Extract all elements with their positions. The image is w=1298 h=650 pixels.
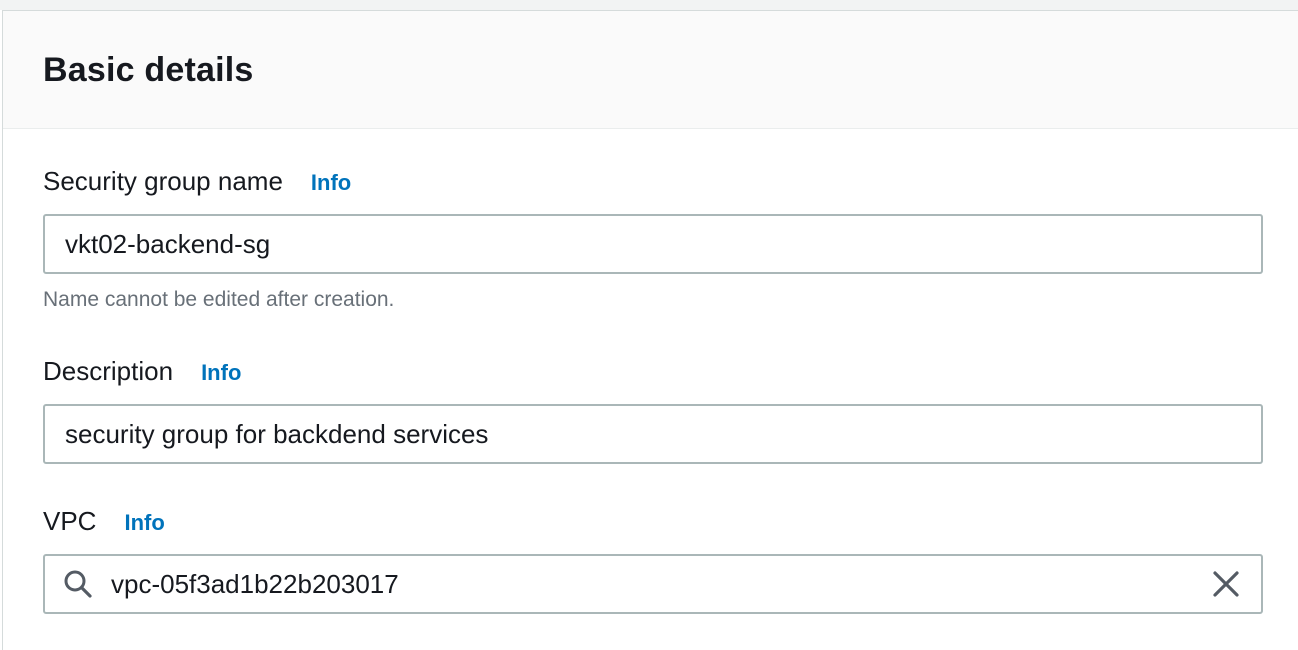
description-value: security group for backdend services — [65, 418, 489, 449]
vpc-info-link[interactable]: Info — [124, 510, 164, 536]
security-group-name-label-row: Security group name Info — [43, 166, 1263, 206]
description-input[interactable]: security group for backdend services — [43, 404, 1263, 464]
vpc-label: VPC — [43, 506, 97, 536]
security-group-name-info-link[interactable]: Info — [311, 170, 351, 196]
security-group-name-input[interactable]: vkt02-backend-sg — [43, 214, 1263, 274]
close-icon[interactable] — [1211, 569, 1241, 599]
description-label: Description — [43, 356, 174, 386]
vpc-value: vpc-05f3ad1b22b203017 — [111, 568, 399, 599]
panel-title: Basic details — [43, 51, 254, 89]
security-group-name-field: Security group name Info vkt02-backend-s… — [43, 166, 1263, 312]
basic-details-panel: Basic details Security group name Info v… — [2, 10, 1298, 650]
security-group-name-label: Security group name — [43, 166, 283, 196]
vpc-field: VPC Info vpc-05f3ad1b22b203017 — [43, 506, 1263, 614]
security-group-name-value: vkt02-backend-sg — [65, 228, 271, 259]
top-background-strip — [0, 0, 1298, 10]
vpc-search-input[interactable]: vpc-05f3ad1b22b203017 — [43, 554, 1263, 614]
security-group-name-hint: Name cannot be edited after creation. — [43, 288, 395, 311]
description-field: Description Info security group for back… — [43, 356, 1263, 464]
search-icon — [64, 570, 92, 598]
vpc-label-row: VPC Info — [43, 506, 1263, 546]
panel-header: Basic details — [3, 11, 1298, 129]
description-label-row: Description Info — [43, 356, 1263, 396]
description-info-link[interactable]: Info — [201, 360, 241, 386]
